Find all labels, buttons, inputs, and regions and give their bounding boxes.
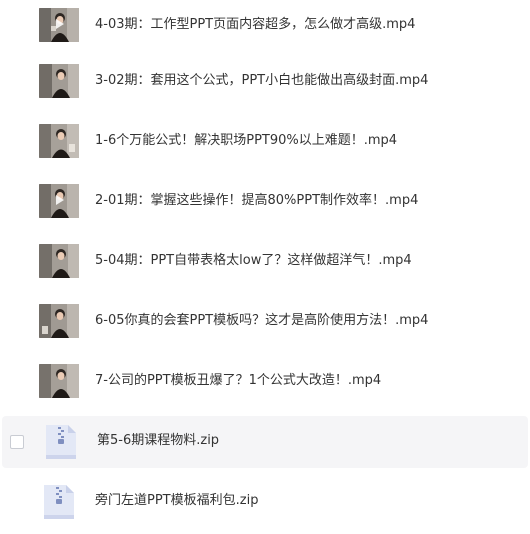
file-name: 3-02期：套用这个公式，PPT小白也能做出高级封面.mp4: [95, 73, 429, 88]
video-thumbnail-icon: [39, 64, 79, 98]
video-thumbnail-icon: [39, 124, 79, 158]
file-row[interactable]: 6-05你真的会套PPT模板吗？这才是高阶使用方法！.mp4: [0, 296, 530, 348]
video-thumbnail-icon: [39, 244, 79, 278]
file-list: 4-03期：工作型PPT页面内容超多，怎么做才高级.mp4 3-02期：套用这个…: [0, 0, 530, 534]
file-name: 1-6个万能公式！解决职场PPT90%以上难题！.mp4: [95, 133, 398, 148]
file-name: 6-05你真的会套PPT模板吗？这才是高阶使用方法！.mp4: [95, 313, 429, 328]
file-row[interactable]: 3-02期：套用这个公式，PPT小白也能做出高级封面.mp4: [0, 56, 530, 108]
file-row[interactable]: 第5-6期课程物料.zip: [2, 416, 528, 468]
file-row[interactable]: 旁门左道PPT模板福利包.zip: [0, 476, 530, 528]
video-thumbnail-icon: [39, 184, 79, 218]
video-thumbnail-icon: [39, 364, 79, 398]
file-row[interactable]: 1-6个万能公式！解决职场PPT90%以上难题！.mp4: [0, 116, 530, 168]
file-name: 5-04期：PPT自带表格太low了？这样做超洋气！.mp4: [95, 253, 412, 268]
file-name: 7-公司的PPT模板丑爆了？1个公式大改造！.mp4: [95, 373, 382, 388]
file-row[interactable]: 2-01期：掌握这些操作！提高80%PPT制作效率！.mp4: [0, 176, 530, 228]
file-row[interactable]: 4-03期：工作型PPT页面内容超多，怎么做才高级.mp4: [0, 0, 530, 52]
file-name: 2-01期：掌握这些操作！提高80%PPT制作效率！.mp4: [95, 193, 419, 208]
select-checkbox[interactable]: [10, 435, 24, 449]
file-row[interactable]: 7-公司的PPT模板丑爆了？1个公式大改造！.mp4: [0, 356, 530, 408]
video-thumbnail-icon: [39, 8, 79, 42]
zip-file-icon: [40, 483, 78, 521]
file-name: 4-03期：工作型PPT页面内容超多，怎么做才高级.mp4: [95, 17, 416, 32]
file-name: 第5-6期课程物料.zip: [97, 433, 220, 448]
file-name: 旁门左道PPT模板福利包.zip: [95, 493, 259, 508]
file-row[interactable]: 5-04期：PPT自带表格太low了？这样做超洋气！.mp4: [0, 236, 530, 288]
zip-file-icon: [42, 423, 80, 461]
video-thumbnail-icon: [39, 304, 79, 338]
